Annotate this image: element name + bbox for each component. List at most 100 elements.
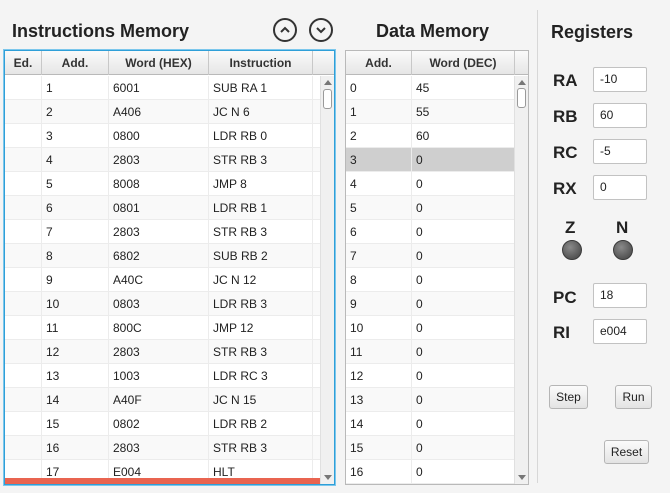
scroll-down-arrow-icon[interactable] [324,475,332,480]
edit-cell [5,388,42,412]
table-row[interactable]: 14 0 [346,412,515,436]
instructions-table-body: 1 6001 SUB RA 1 2 A406 JC N 6 3 0800 LDR RB 0 4 28… [5,76,321,484]
table-row[interactable]: 7 2803 STR RB 3 [5,220,321,244]
instruction-cell: LDR RC 3 [209,364,313,388]
word-dec-cell: 0 [412,244,515,268]
scroll-down-arrow-icon[interactable] [518,475,526,480]
word-dec-cell: 0 [412,436,515,460]
edit-cell [5,268,42,292]
column-header-word-dec[interactable]: Word (DEC) [412,51,515,75]
table-row[interactable]: 5 8008 JMP 8 [5,172,321,196]
table-row[interactable]: 16 0 [346,460,515,484]
address-cell: 12 [42,340,109,364]
data-memory-scrollbar[interactable] [514,76,528,484]
address-cell: 16 [42,436,109,460]
edit-cell [5,196,42,220]
step-button[interactable]: Step [549,385,588,409]
table-row[interactable]: 50 [346,196,515,220]
register-rc-label: RC [553,143,578,162]
table-row[interactable]: 60 [346,220,515,244]
instructions-scrollbar[interactable] [320,76,334,484]
word-dec-cell: 0 [412,172,515,196]
register-ri-field[interactable]: e004 [593,319,647,344]
register-ra-field[interactable]: -10 [593,67,647,92]
column-header-instruction[interactable]: Instruction [209,51,313,75]
table-row[interactable]: 70 [346,244,515,268]
table-row[interactable]: 4 2803 STR RB 3 [5,148,321,172]
address-cell: 16 [346,460,412,484]
chevron-down-icon [316,27,326,34]
word-hex-cell: A40C [109,268,209,292]
table-row[interactable]: 1 6001 SUB RA 1 [5,76,321,100]
table-row[interactable]: 6 0801 LDR RB 1 [5,196,321,220]
table-row[interactable]: 40 [346,172,515,196]
table-row[interactable]: 3 0800 LDR RB 0 [5,124,321,148]
table-row[interactable]: 30 [346,148,515,172]
table-row[interactable]: 12 0 [346,364,515,388]
word-dec-cell: 0 [412,364,515,388]
table-row[interactable]: 0 45 [346,76,515,100]
word-hex-cell: 2803 [109,148,209,172]
address-cell: 13 [346,388,412,412]
column-header-word-hex[interactable]: Word (HEX) [109,51,209,75]
word-hex-cell: 1003 [109,364,209,388]
address-cell: 7 [346,244,412,268]
table-row[interactable]: 15 0 [346,436,515,460]
edit-cell [5,436,42,460]
table-row[interactable]: 80 [346,268,515,292]
table-row[interactable]: 11 0 [346,340,515,364]
address-cell: 1 [346,100,412,124]
register-rb-field[interactable]: 60 [593,103,647,128]
table-row[interactable]: 9 A40C JC N 12 [5,268,321,292]
table-row[interactable]: 15 0802 LDR RB 2 [5,412,321,436]
table-row[interactable]: 11 800C JMP 12 [5,316,321,340]
table-row[interactable]: 13 0 [346,388,515,412]
instruction-cell: JC N 6 [209,100,313,124]
word-dec-cell: 0 [412,268,515,292]
table-row[interactable]: 10 0803 LDR RB 3 [5,292,321,316]
table-row[interactable]: 8 6802 SUB RB 2 [5,244,321,268]
column-header-ed[interactable]: Ed. [5,51,42,75]
table-row[interactable]: 2 60 [346,124,515,148]
table-row[interactable]: 14 A40F JC N 15 [5,388,321,412]
table-row[interactable]: 10 0 [346,316,515,340]
reset-button[interactable]: Reset [604,440,649,464]
table-row[interactable]: 1 55 [346,100,515,124]
address-cell: 13 [42,364,109,388]
table-row[interactable]: 13 1003 LDR RC 3 [5,364,321,388]
table-row[interactable]: 90 [346,292,515,316]
edit-cell [5,316,42,340]
data-memory-table[interactable]: Add. Word (DEC) 0 45 1 55 2 60 3 0 4 0 5 0 6 0 7 0 8 0 9 0 1… [345,50,529,485]
address-cell: 12 [346,364,412,388]
run-button[interactable]: Run [615,385,652,409]
instruction-cell: STR RB 3 [209,340,313,364]
instructions-table[interactable]: Ed. Add. Word (HEX) Instruction 1 6001 SUB… [4,50,335,485]
word-dec-cell: 0 [412,196,515,220]
instruction-cell: JMP 8 [209,172,313,196]
scroll-up-button[interactable] [273,18,297,42]
word-dec-cell: 60 [412,124,515,148]
scroll-up-arrow-icon[interactable] [518,80,526,85]
word-dec-cell: 0 [412,412,515,436]
data-memory-scrollbar-thumb[interactable] [517,88,526,108]
edit-cell [5,244,42,268]
word-hex-cell: 0802 [109,412,209,436]
current-instruction-highlight [5,478,321,484]
scroll-up-arrow-icon[interactable] [324,80,332,85]
register-rx-field[interactable]: 0 [593,175,647,200]
edit-cell [5,340,42,364]
table-row[interactable]: 2 A406 JC N 6 [5,100,321,124]
register-rc-field[interactable]: -5 [593,139,647,164]
word-dec-cell: 0 [412,292,515,316]
address-cell: 0 [346,76,412,100]
table-row[interactable]: 12 2803 STR RB 3 [5,340,321,364]
edit-cell [5,100,42,124]
address-cell: 6 [42,196,109,220]
instructions-scrollbar-thumb[interactable] [323,89,332,109]
register-pc-field[interactable]: 18 [593,283,647,308]
scroll-down-button[interactable] [309,18,333,42]
instruction-cell: LDR RB 3 [209,292,313,316]
column-header-address[interactable]: Add. [42,51,109,75]
column-header-address[interactable]: Add. [346,51,412,75]
table-row[interactable]: 16 2803 STR RB 3 [5,436,321,460]
